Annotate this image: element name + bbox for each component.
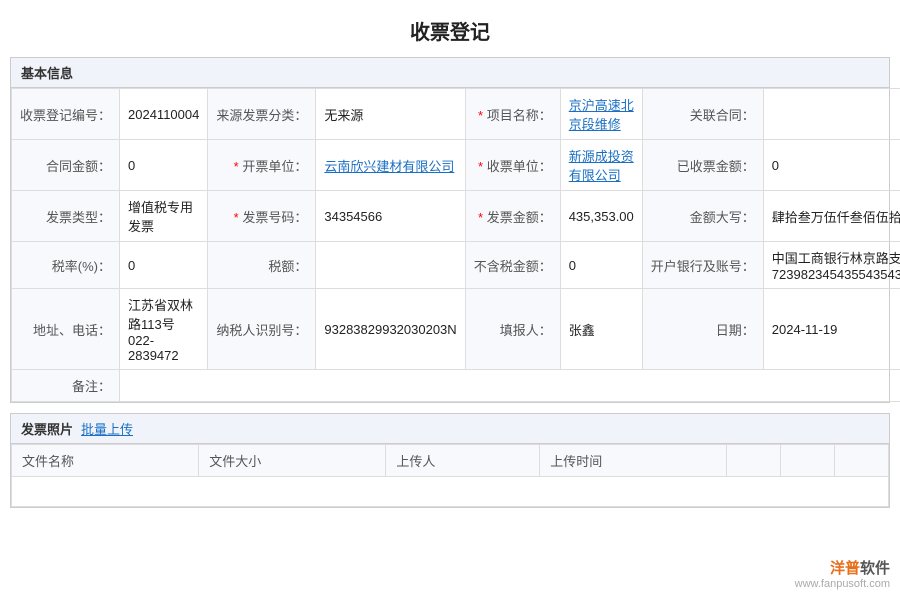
date-value: 2024-11-19 [763, 289, 900, 370]
table-row: 备注： [12, 370, 900, 402]
invoice-type-value: 增值税专用发票 [120, 191, 208, 242]
no-tax-amount-label: 不含税金额： [465, 242, 560, 289]
open-unit-value: 云南欣兴建材有限公司 [316, 140, 465, 191]
files-table-header-row: 文件名称 文件大小 上传人 上传时间 [12, 445, 889, 477]
files-section-title: 发票照片 [21, 419, 73, 438]
no-tax-amount-value: 0 [560, 242, 642, 289]
table-row: 税率(%)： 0 税额： 不含税金额： 0 开户银行及账号： 中国工商银行林京路… [12, 242, 900, 289]
basic-info-section: 基本信息 收票登记编号： 2024110004 来源发票分类： 无来源 * 项目… [10, 57, 890, 403]
tax-rate-label: 税率(%)： [12, 242, 120, 289]
received-amount-value: 0 [763, 140, 900, 191]
tax-rate-value: 0 [120, 242, 208, 289]
files-section-header: 发票照片 批量上传 [11, 414, 889, 444]
contract-amount-value: 0 [120, 140, 208, 191]
filler-label: 填报人： [465, 289, 560, 370]
address-phone-label: 地址、电话： [12, 289, 120, 370]
brand-name: 洋普软件 [795, 557, 890, 578]
source-type-label: 来源发票分类： [208, 89, 316, 140]
project-name-value: 京沪高速北京段维修 [560, 89, 642, 140]
receive-unit-label: * 收票单位： [465, 140, 560, 191]
page-title: 收票登记 [0, 0, 900, 57]
amount-upper-value: 肆拾叁万伍仟叁佰伍拾叁 [763, 191, 900, 242]
filler-value: 张鑫 [560, 289, 642, 370]
table-row: 收票登记编号： 2024110004 来源发票分类： 无来源 * 项目名称： 京… [12, 89, 900, 140]
basic-info-header: 基本信息 [11, 58, 889, 88]
batch-upload-button[interactable]: 批量上传 [81, 419, 133, 438]
col-filesize: 文件大小 [199, 445, 386, 477]
tax-amount-value [316, 242, 465, 289]
required-star: * [234, 159, 239, 174]
col-filename: 文件名称 [12, 445, 199, 477]
related-contract-label: 关联合同： [642, 89, 763, 140]
bank-account-label: 开户银行及账号： [642, 242, 763, 289]
col-action1 [727, 445, 781, 477]
required-star: * [478, 159, 483, 174]
receive-unit-value: 新源成投资有限公司 [560, 140, 642, 191]
required-star: * [478, 108, 483, 123]
col-action2 [781, 445, 835, 477]
required-star: * [234, 210, 239, 225]
received-amount-label: 已收票金额： [642, 140, 763, 191]
tax-amount-label: 税额： [208, 242, 316, 289]
source-type-value: 无来源 [316, 89, 465, 140]
invoice-amount-value: 435,353.00 [560, 191, 642, 242]
address-phone-value: 江苏省双林路113号 022-2839472 [120, 289, 208, 370]
project-name-label: * 项目名称： [465, 89, 560, 140]
basic-info-table: 收票登记编号： 2024110004 来源发票分类： 无来源 * 项目名称： 京… [11, 88, 900, 402]
required-star: * [478, 210, 483, 225]
register-no-value: 2024110004 [120, 89, 208, 140]
brand-site: www.fanpusoft.com [795, 578, 890, 590]
invoice-no-value: 34354566 [316, 191, 465, 242]
watermark: 洋普软件 www.fanpusoft.com [795, 557, 890, 590]
files-empty-row [12, 477, 889, 507]
col-upload-time: 上传时间 [540, 445, 727, 477]
invoice-type-label: 发票类型： [12, 191, 120, 242]
invoice-amount-label: * 发票金额： [465, 191, 560, 242]
project-name-link[interactable]: 京沪高速北京段维修 [569, 98, 634, 132]
remark-value [120, 370, 900, 402]
table-row: 合同金额： 0 * 开票单位： 云南欣兴建材有限公司 * 收票单位： 新源成投资… [12, 140, 900, 191]
remark-label: 备注： [12, 370, 120, 402]
open-unit-label: * 开票单位： [208, 140, 316, 191]
amount-upper-label: 金额大写： [642, 191, 763, 242]
col-uploader: 上传人 [386, 445, 540, 477]
files-table: 文件名称 文件大小 上传人 上传时间 [11, 444, 889, 507]
bank-account-value: 中国工商银行林京路支行723982345435543543243 [763, 242, 900, 289]
open-unit-link[interactable]: 云南欣兴建材有限公司 [324, 159, 454, 174]
related-contract-value [763, 89, 900, 140]
invoice-no-label: * 发票号码： [208, 191, 316, 242]
table-row: 地址、电话： 江苏省双林路113号 022-2839472 纳税人识别号： 93… [12, 289, 900, 370]
taxpayer-id-label: 纳税人识别号： [208, 289, 316, 370]
receive-unit-link[interactable]: 新源成投资有限公司 [569, 149, 634, 183]
taxpayer-id-value: 93283829932030203N [316, 289, 465, 370]
table-row: 发票类型： 增值税专用发票 * 发票号码： 34354566 * 发票金额： 4… [12, 191, 900, 242]
files-section: 发票照片 批量上传 文件名称 文件大小 上传人 上传时间 [10, 413, 890, 508]
register-no-label: 收票登记编号： [12, 89, 120, 140]
contract-amount-label: 合同金额： [12, 140, 120, 191]
date-label: 日期： [642, 289, 763, 370]
col-action3 [835, 445, 889, 477]
